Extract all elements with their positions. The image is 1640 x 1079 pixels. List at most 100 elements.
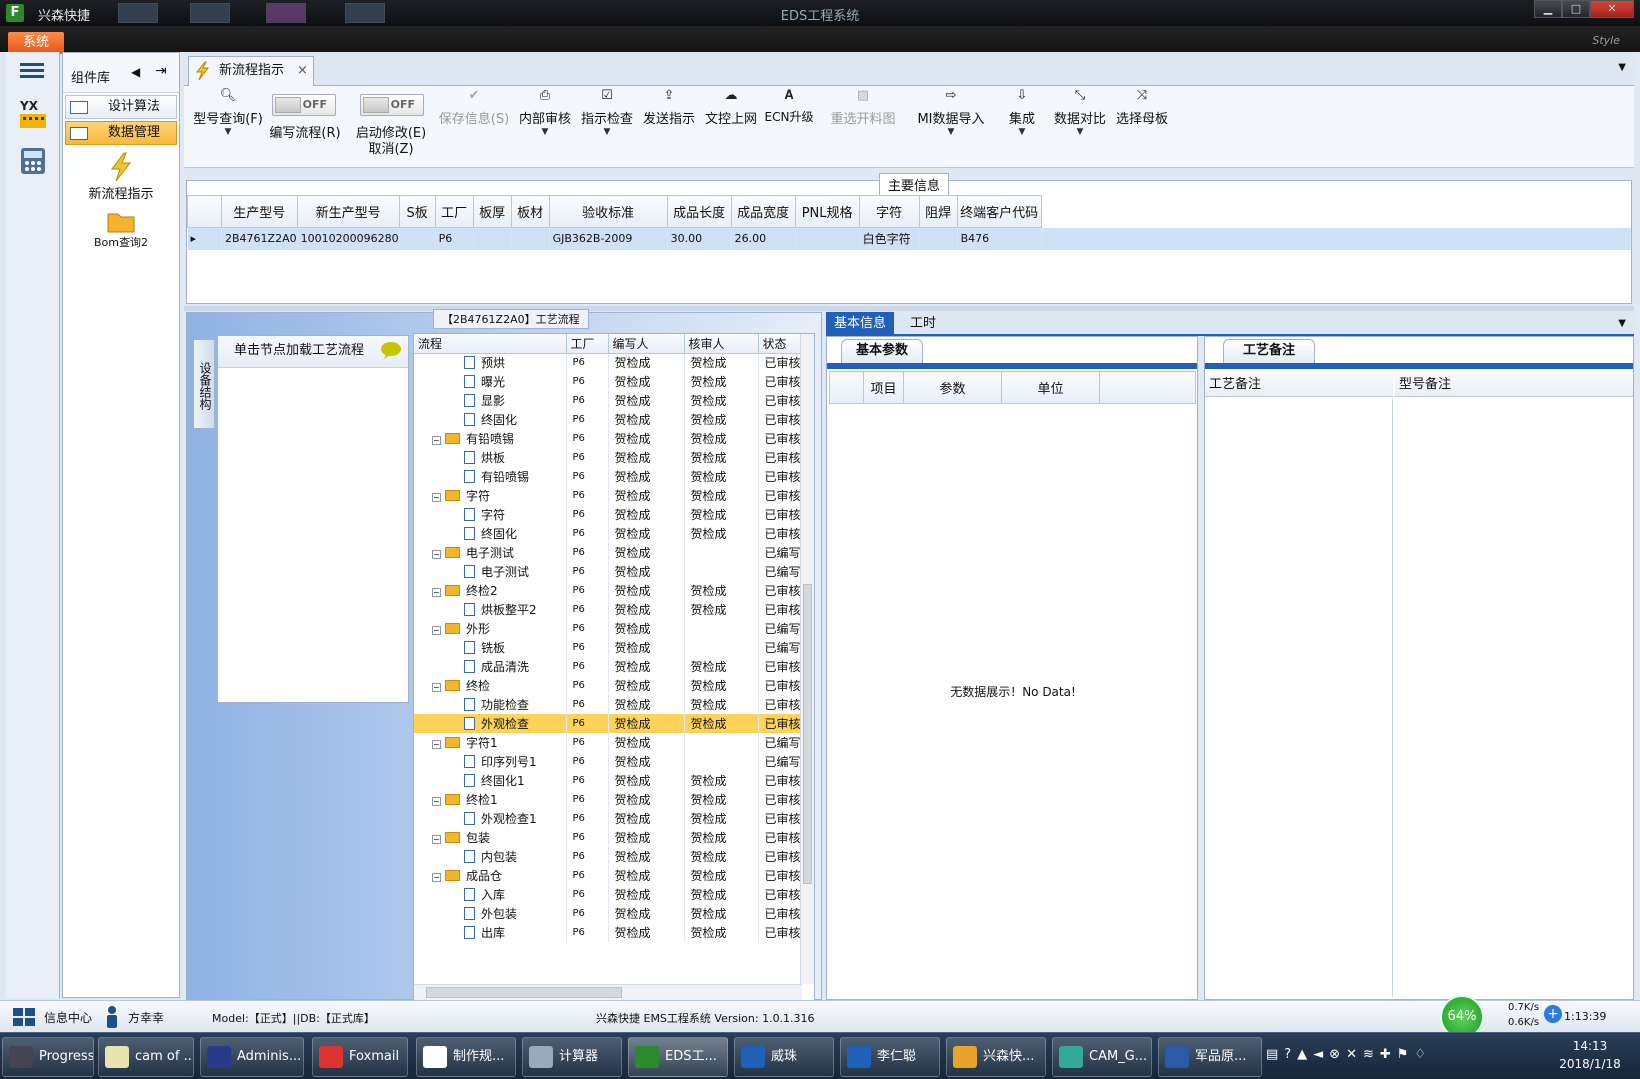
cell-writer[interactable]: 贺检成 [608, 429, 685, 448]
cell-writer[interactable]: 贺检成 [608, 714, 685, 733]
tree-row[interactable]: 功能检查 P6 贺检成 贺检成 已审核 [414, 695, 814, 714]
cell-reviewer[interactable]: 贺检成 [684, 372, 759, 391]
taskbar-item[interactable]: cam of ... [98, 1037, 194, 1077]
horizontal-scrollbar[interactable] [414, 984, 802, 1000]
tree-node[interactable]: − 字符1 [414, 733, 567, 752]
tree-row[interactable]: 烘板整平2 P6 贺检成 贺检成 已审核 [414, 600, 814, 619]
taskbar-item-active[interactable]: EDS工... [628, 1037, 728, 1077]
column-header[interactable]: 字符 [858, 195, 920, 228]
cell-writer[interactable]: 贺检成 [608, 391, 685, 410]
cell-factory[interactable]: P6 [566, 866, 609, 885]
cell[interactable] [473, 227, 512, 250]
tree-row[interactable]: − 终检1 P6 贺检成 贺检成 已审核 [414, 790, 814, 809]
tab-equipment-structure[interactable]: 设备结构 [193, 339, 215, 429]
cell-factory[interactable]: P6 [566, 353, 609, 372]
column-header[interactable]: 板材 [510, 195, 550, 228]
cell-factory[interactable]: P6 [566, 904, 609, 923]
column-header[interactable]: 单位 [1001, 371, 1100, 404]
tree-node[interactable]: − 终检1 [414, 790, 567, 809]
cell-factory[interactable]: P6 [566, 885, 609, 904]
cell-factory[interactable]: P6 [566, 467, 609, 486]
cell-reviewer[interactable] [684, 562, 759, 581]
cell-writer[interactable]: 贺检成 [608, 809, 685, 828]
cell-writer[interactable]: 贺检成 [608, 676, 685, 695]
compare-button[interactable]: ⤡ 数据对比 ▼ [1052, 88, 1108, 137]
tree-row[interactable]: 内包装 P6 贺检成 贺检成 已审核 [414, 847, 814, 866]
cell[interactable] [919, 227, 958, 250]
cell-writer[interactable]: 贺检成 [608, 790, 685, 809]
cell-writer[interactable]: 贺检成 [608, 467, 685, 486]
tree-node[interactable]: − 有铅喷锡 [414, 429, 567, 448]
cell[interactable]: 10010200096280 [297, 227, 400, 250]
tree-row[interactable]: 印序列号1 P6 贺检成 已编写 [414, 752, 814, 771]
cell-reviewer[interactable]: 贺检成 [684, 847, 759, 866]
tree-node[interactable]: 铣板 [414, 638, 567, 657]
tree-row[interactable]: 曝光 P6 贺检成 贺检成 已审核 [414, 372, 814, 391]
column-header[interactable]: 阻焊 [918, 195, 958, 228]
cell-reviewer[interactable]: 贺检成 [684, 714, 759, 733]
taskbar-item[interactable]: 制作规... [416, 1037, 516, 1077]
tree-node[interactable]: 出库 [414, 923, 567, 942]
cell[interactable]: P6 [435, 227, 474, 250]
column-header[interactable]: 成品长度 [666, 195, 732, 228]
column-header[interactable]: 新生产型号 [296, 195, 400, 228]
tree-node[interactable]: 内包装 [414, 847, 567, 866]
collapse-icon[interactable]: − [432, 493, 441, 502]
cell-factory[interactable]: P6 [566, 562, 609, 581]
model-query-button[interactable]: 🔍︎ 型号查询(F) ▼ [192, 88, 264, 137]
tree-row[interactable]: 有铅喷锡 P6 贺检成 贺检成 已审核 [414, 467, 814, 486]
splitter[interactable] [184, 306, 1634, 311]
vertical-scrollbar[interactable] [800, 334, 814, 984]
tree-row[interactable]: 显影 P6 贺检成 贺检成 已审核 [414, 391, 814, 410]
column-header[interactable]: PNL规格 [794, 195, 860, 228]
tree-node[interactable]: 成品清洗 [414, 657, 567, 676]
taskbar-item[interactable]: Progress [2, 1037, 94, 1077]
cell-writer[interactable]: 贺检成 [608, 524, 685, 543]
collapse-icon[interactable]: − [432, 588, 441, 597]
tree-node[interactable]: 入库 [414, 885, 567, 904]
column-header[interactable]: 生产型号 [221, 195, 298, 228]
minimize-button[interactable]: ▁ [1534, 0, 1562, 18]
cell[interactable]: GJB362B-2009 [549, 227, 668, 250]
cell-factory[interactable]: P6 [566, 676, 609, 695]
tool-new-flow[interactable]: 新流程指示 [63, 151, 179, 202]
cell-writer[interactable]: 贺检成 [608, 600, 685, 619]
tree-node[interactable]: 显影 [414, 391, 567, 410]
tree-row[interactable]: − 电子测试 P6 贺检成 已编写 [414, 543, 814, 562]
model-remark-input[interactable] [1395, 399, 1631, 997]
tab-process-remarks[interactable]: 工艺备注 [1223, 339, 1315, 363]
tree-node[interactable]: 字符 [414, 505, 567, 524]
instruction-check-button[interactable]: ☑ 指示检查 ▼ [580, 88, 634, 137]
cell-writer[interactable]: 贺检成 [608, 543, 685, 562]
tree-node[interactable]: 电子测试 [414, 562, 567, 581]
tree-node[interactable]: 终固化1 [414, 771, 567, 790]
taskbar-item[interactable]: 李仁聪 [840, 1037, 940, 1077]
taskbar-item[interactable]: 计算器 [522, 1037, 622, 1077]
cell-factory[interactable]: P6 [566, 581, 609, 600]
cell-reviewer[interactable]: 贺检成 [684, 904, 759, 923]
cell-writer[interactable]: 贺检成 [608, 581, 685, 600]
taskbar-date[interactable]: 2018/1/18 [1550, 1057, 1630, 1071]
tree-row[interactable]: 预烘 P6 贺检成 贺检成 已审核 [414, 353, 814, 372]
tree-row[interactable]: 外包装 P6 贺检成 贺检成 已审核 [414, 904, 814, 923]
cell-writer[interactable]: 贺检成 [608, 828, 685, 847]
cell[interactable] [795, 227, 860, 250]
tree-row[interactable]: − 字符1 P6 贺检成 已编写 [414, 733, 814, 752]
cell-reviewer[interactable]: 贺检成 [684, 866, 759, 885]
tree-node[interactable]: 烘板 [414, 448, 567, 467]
tool-bom-query[interactable]: Bom查询2 [63, 208, 179, 250]
tree-node[interactable]: 功能检查 [414, 695, 567, 714]
cell-writer[interactable]: 贺检成 [608, 866, 685, 885]
cell-factory[interactable]: P6 [566, 391, 609, 410]
cell-reviewer[interactable]: 贺检成 [684, 657, 759, 676]
tree-row[interactable]: 外观检查1 P6 贺检成 贺检成 已审核 [414, 809, 814, 828]
column-header[interactable]: S板 [398, 195, 436, 228]
column-header[interactable]: 验收标准 [548, 195, 668, 228]
dropdown-arrow-icon[interactable]: ▼ [1618, 318, 1626, 329]
tree-row[interactable]: − 外形 P6 贺检成 已编写 [414, 619, 814, 638]
tree-node[interactable]: 烘板整平2 [414, 600, 567, 619]
ecn-upgrade-button[interactable]: 𝐀 ECN升级 [764, 88, 814, 125]
cell-writer[interactable]: 贺检成 [608, 771, 685, 790]
cell-writer[interactable]: 贺检成 [608, 619, 685, 638]
start-edit-toggle[interactable]: OFF [360, 94, 424, 116]
